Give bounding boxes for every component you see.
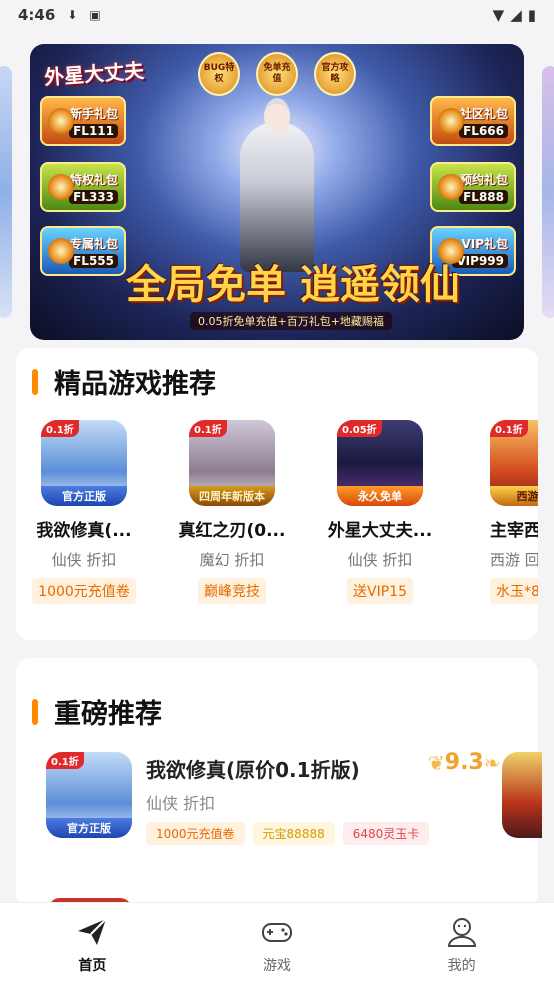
gift-pack: 社区礼包 FL666 [430,96,516,146]
gift-icon [438,174,464,200]
laurel-right-icon: ❧ [483,750,501,775]
section-accent-bar [32,698,38,725]
banner-badge: 免单充值 [256,52,298,96]
game-tag: 1000元充值卷 [146,822,245,845]
banner-next-peek[interactable] [542,66,554,318]
user-icon [447,918,476,947]
gift-icon [48,174,74,200]
gift-pack: 特权礼包 FL333 [40,162,126,212]
paper-plane-icon [78,918,108,945]
game-card[interactable]: 0.05折 永久免单 外星大丈夫... 仙侠 折扣 送VIP15 [306,420,454,604]
game-icon[interactable]: 0.1折西游记 [490,420,538,506]
game-tags: 1000元充值卷 元宝88888 6480灵玉卡 [146,822,430,845]
signal-icon: ◢ [510,6,522,24]
gift-icon [48,108,74,134]
game-name[interactable]: 我欲修真(原价0.1折版) [146,754,360,783]
game-tag: 送VIP15 [347,578,413,604]
game-category: 仙侠 折扣 [146,794,216,813]
gift-icon [48,238,74,264]
banner-badge: 官方攻略 [314,52,356,96]
laurel-left-icon: ❦ [428,750,445,775]
banner-hero-figure [240,98,314,272]
banner-prev-peek[interactable] [0,66,12,318]
banner-subline: 0.05折免单充值+百万礼包+地藏赐福 [190,312,392,330]
tab-home[interactable]: 首页 [0,903,185,984]
game-category: 仙侠 折扣 [51,551,117,569]
game-name: 我欲修真(... [36,521,132,541]
banner-badge: BUG特权 [198,52,240,96]
game-icon[interactable]: 0.1折 四周年新版本 [189,420,275,506]
game-icon[interactable]: 0.1折 官方正版 [41,420,127,506]
game-tag: 元宝88888 [252,822,335,845]
game-icon[interactable]: 0.1折 官方正版 [46,752,132,838]
gift-pack: 预约礼包 FL888 [430,162,516,212]
bottom-tab-bar: 首页 游戏 我的 [0,902,554,984]
banner-slide[interactable]: 外星大丈夫 BUG特权 免单充值 官方攻略 新手礼包 FL111 特权礼包 FL33… [30,44,524,340]
game-name: 主宰西游 [490,521,538,541]
game-category: 西游 回 [490,551,538,569]
game-tag: 6480灵玉卡 [342,822,430,845]
game-tag: 1000元充值卷 [32,578,136,604]
game-icon[interactable]: 0.05折 永久免单 [337,420,423,506]
game-tag: 巅峰竞技 [198,578,266,604]
gamepad-icon [262,923,292,942]
game-name: 真红之刃(0... [178,521,286,541]
section-accent-bar [32,368,38,395]
game-score: ❦ 9.3 ❧ [428,750,501,775]
game-name: 外星大丈夫... [327,521,433,541]
wifi-icon: ▼ [492,6,505,24]
section-title: 重磅推荐 [32,692,162,731]
game-category: 魔幻 折扣 [199,551,265,569]
featured-games-list[interactable]: 0.1折 官方正版 我欲修真(... 仙侠 折扣 1000元充值卷 0.1折 四周年… [16,420,538,610]
game-card[interactable]: 0.1折 四周年新版本 真红之刃(0... 魔幻 折扣 巅峰竞技 [158,420,306,604]
game-card[interactable]: 0.1折西游记 主宰西游 西游 回 水玉*88 [454,420,538,604]
notification-icon: ▣ [89,8,101,22]
next-game-peek[interactable] [502,752,542,838]
gift-pack: 专属礼包 FL555 [40,226,126,276]
banner-carousel[interactable]: 外星大丈夫 BUG特权 免单充值 官方攻略 新手礼包 FL111 特权礼包 FL33… [0,44,554,340]
status-time: 4:46 [18,6,56,24]
battery-icon: ▮ [527,6,536,24]
section-title: 精品游戏推荐 [32,362,216,401]
game-card[interactable]: 0.1折 官方正版 我欲修真(... 仙侠 折扣 1000元充值卷 [16,420,158,604]
download-icon: ⬇ [67,8,78,22]
game-tag: 水玉*88 [490,578,538,604]
gift-icon [438,108,464,134]
banner-top-badges: BUG特权 免单充值 官方攻略 [198,52,356,96]
status-bar: 4:46 ⬇ ▣ ▼ ◢ ▮ [0,0,554,30]
banner-logo: 外星大丈夫 [43,58,145,90]
gift-pack: 新手礼包 FL111 [40,96,126,146]
game-category: 仙侠 折扣 [347,551,413,569]
banner-slogan: 全局免单 逍遥领仙 [126,262,460,308]
tab-mine[interactable]: 我的 [369,903,554,984]
heavy-recommend-section: 重磅推荐 0.1折 官方正版 我欲修真(原价0.1折版) 仙侠 折扣 1000元充… [16,658,542,910]
featured-section: 精品游戏推荐 0.1折 官方正版 我欲修真(... 仙侠 折扣 1000元充值卷 … [16,348,538,640]
tab-games[interactable]: 游戏 [185,903,370,984]
